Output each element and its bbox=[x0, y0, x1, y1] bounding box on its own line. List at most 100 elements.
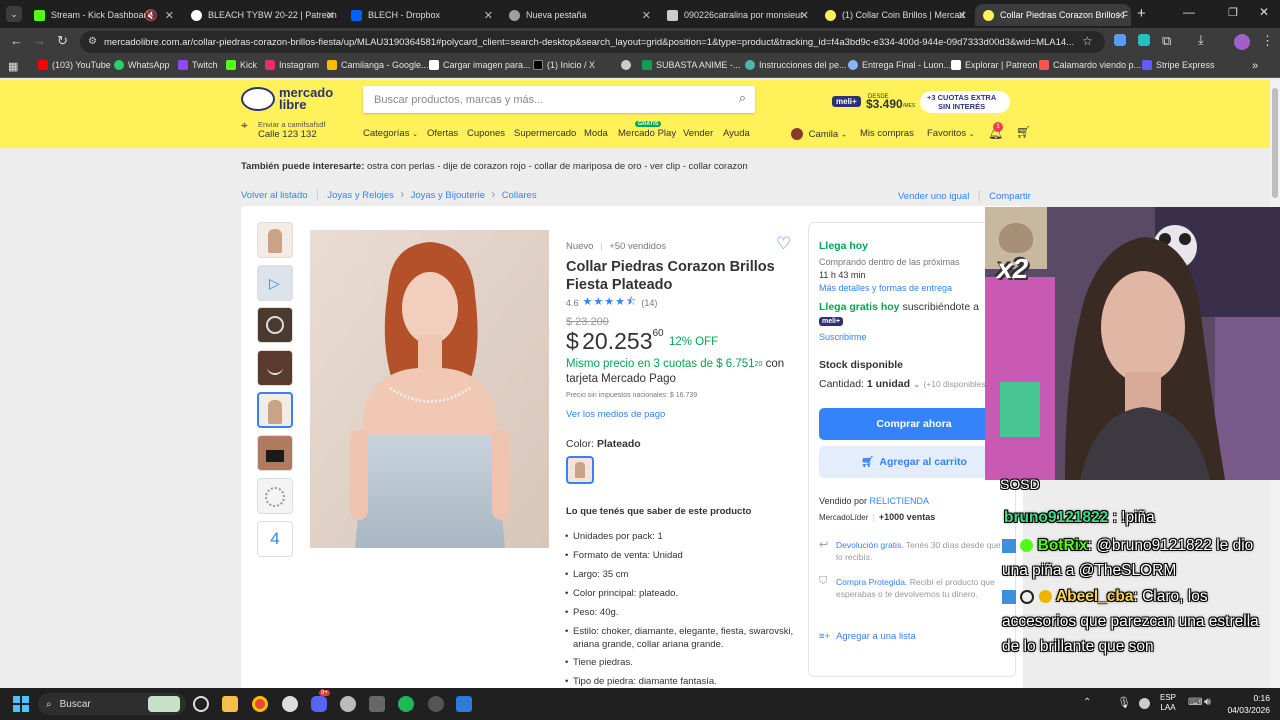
reload-icon[interactable]: ↻ bbox=[57, 33, 68, 49]
bookmark-instrucciones[interactable]: Instrucciones del pe... bbox=[745, 60, 847, 70]
settings-gear-icon[interactable] bbox=[340, 696, 356, 712]
related-links[interactable]: ostra con perlas - dije de corazon rojo … bbox=[367, 161, 748, 172]
close-icon[interactable]: ✕ bbox=[165, 9, 174, 22]
extensions-puzzle-icon[interactable]: ⧉ bbox=[1162, 33, 1171, 49]
menu-kebab-icon[interactable]: ⋮ bbox=[1261, 33, 1274, 49]
gallery-thumbnail[interactable] bbox=[257, 478, 293, 514]
close-icon[interactable]: ✕ bbox=[642, 9, 651, 22]
search-input[interactable]: Buscar productos, marcas y más... ⌕ bbox=[363, 86, 755, 113]
user-menu[interactable]: Camila ⌄ bbox=[791, 128, 847, 140]
bookmark-twitch[interactable]: Twitch bbox=[178, 60, 218, 70]
bookmark-cargar-imagen[interactable]: Cargar imagen para... bbox=[429, 60, 531, 70]
nav-mercado-play[interactable]: GRATIS Mercado Play bbox=[618, 121, 676, 139]
back-to-list-link[interactable]: Volver al listado bbox=[241, 190, 308, 201]
windows-start-icon[interactable] bbox=[13, 696, 29, 712]
tab-kick-dashboard[interactable]: Stream - Kick Dashboard 🔇 ✕ bbox=[26, 4, 180, 26]
app-icon[interactable] bbox=[428, 696, 444, 712]
nav-moda[interactable]: Moda bbox=[584, 128, 608, 139]
cart-icon[interactable]: 🛒︎ bbox=[1016, 125, 1031, 139]
discord-icon[interactable]: 9+ bbox=[311, 690, 330, 712]
search-icon[interactable]: ⌕ bbox=[739, 90, 746, 106]
bookmark-globe[interactable] bbox=[621, 60, 635, 70]
site-info-icon[interactable]: ⚙ bbox=[88, 36, 97, 47]
taskbar-search-box[interactable]: ⌕ Buscar bbox=[38, 693, 186, 715]
volume-icon[interactable]: 🔊︎ bbox=[1204, 696, 1211, 709]
app-icon[interactable] bbox=[369, 696, 385, 712]
bookmark-entrega-final[interactable]: Entrega Final - Luon... bbox=[848, 60, 951, 70]
buy-now-button[interactable]: Comprar ahora bbox=[819, 408, 1009, 440]
tab-dropbox[interactable]: BLECH - Dropbox ✕ bbox=[343, 4, 499, 26]
payment-methods-link[interactable]: Ver los medios de pago bbox=[566, 409, 665, 420]
close-icon[interactable]: ✕ bbox=[958, 9, 967, 22]
more-bookmarks-icon[interactable]: » bbox=[1252, 60, 1258, 72]
extension-icon[interactable] bbox=[1114, 34, 1126, 46]
tab-collar-piedras[interactable]: Collar Piedras Corazon Brillos F ✕ bbox=[975, 4, 1131, 26]
bookmark-instagram[interactable]: Instagram bbox=[265, 60, 319, 70]
minimize-button[interactable]: — bbox=[1183, 5, 1195, 19]
bookmark-patreon[interactable]: Explorar | Patreon bbox=[951, 60, 1037, 70]
gallery-thumbnail-selected[interactable] bbox=[257, 392, 293, 428]
close-window-button[interactable]: ✕ bbox=[1259, 5, 1269, 19]
tab-new-tab[interactable]: Nueva pestaña ✕ bbox=[501, 4, 657, 26]
gallery-thumbnail-video[interactable]: ▷ bbox=[257, 265, 293, 301]
gallery-thumbnail[interactable] bbox=[257, 435, 293, 471]
nav-ofertas[interactable]: Ofertas bbox=[427, 128, 458, 139]
address-bar[interactable]: ⚙ mercadolibre.com.ar/collar-piedras-cor… bbox=[80, 31, 1105, 53]
clock[interactable]: 0:16 04/03/2026 bbox=[1222, 692, 1270, 716]
language-indicator[interactable]: ESP LAA bbox=[1160, 693, 1176, 713]
apps-grid-icon[interactable]: ▦ bbox=[8, 60, 18, 73]
close-icon[interactable]: ✕ bbox=[484, 9, 493, 22]
delivery-details-link[interactable]: Más detalles y formas de entrega bbox=[819, 283, 952, 293]
breadcrumb-joyas-bijouterie[interactable]: Joyas y Bijouterie bbox=[411, 190, 485, 201]
bookmark-youtube[interactable]: (103) YouTube bbox=[38, 60, 111, 70]
bookmark-calamardo[interactable]: Calamardo viendo p... bbox=[1039, 60, 1141, 70]
bookmark-stripe[interactable]: Stripe Express bbox=[1142, 60, 1215, 70]
tab-search-button[interactable]: ⌄ bbox=[6, 6, 22, 22]
quantity-selector[interactable]: Cantidad: 1 unidad ⌄ (+10 disponibles) bbox=[819, 378, 988, 390]
nav-vender[interactable]: Vender bbox=[683, 128, 713, 139]
network-icon[interactable]: ⌨ bbox=[1188, 697, 1202, 708]
breadcrumb-joyas-relojes[interactable]: Joyas y Relojes bbox=[327, 190, 394, 201]
close-icon[interactable]: 🔇 bbox=[144, 9, 158, 22]
forward-icon[interactable]: → bbox=[33, 33, 46, 48]
download-icon[interactable]: ⤓ bbox=[1198, 32, 1204, 48]
gallery-thumbnail[interactable] bbox=[257, 307, 293, 343]
close-icon[interactable]: ✕ bbox=[326, 9, 335, 22]
free-return-link[interactable]: Devolución gratis. bbox=[836, 540, 904, 550]
bookmark-x[interactable]: (1) Inicio / X bbox=[533, 60, 595, 70]
mercadolibre-logo[interactable]: mercado libre bbox=[241, 86, 333, 116]
gallery-thumbnail[interactable] bbox=[257, 222, 293, 258]
subscribe-link[interactable]: Suscribirme bbox=[819, 332, 867, 342]
spotify-icon[interactable] bbox=[398, 696, 414, 712]
gallery-more-count[interactable]: 4 bbox=[257, 521, 293, 557]
gallery-thumbnail[interactable] bbox=[257, 350, 293, 386]
close-icon[interactable]: ✕ bbox=[800, 9, 809, 22]
add-to-list-link[interactable]: ≡+ Agregar a una lista bbox=[819, 631, 916, 642]
bookmark-whatsapp[interactable]: WhatsApp bbox=[114, 60, 170, 70]
bookmark-subasta[interactable]: SUBASTA ANIME -... bbox=[642, 60, 740, 70]
restore-button[interactable]: ❐ bbox=[1228, 6, 1238, 19]
nav-categorias[interactable]: Categorías ⌄ bbox=[363, 128, 418, 139]
favorite-heart-icon[interactable]: ♡ bbox=[776, 234, 791, 254]
rating[interactable]: 4.6 ★★★★⯪ (14) bbox=[566, 293, 657, 312]
add-to-cart-button[interactable]: 🛒︎ Agregar al carrito bbox=[819, 446, 1009, 478]
bookmark-camilanga[interactable]: Camilanga - Google... bbox=[327, 60, 429, 70]
nav-cupones[interactable]: Cupones bbox=[467, 128, 505, 139]
extension-icon[interactable] bbox=[1138, 34, 1150, 46]
app-icon[interactable] bbox=[456, 696, 472, 712]
scrollbar-thumb[interactable] bbox=[1272, 88, 1278, 198]
notifications-bell-icon[interactable]: 🔔︎ 1 bbox=[988, 122, 1003, 140]
seller-link[interactable]: RELICTIENDA bbox=[870, 496, 930, 506]
new-tab-button[interactable]: + bbox=[1137, 5, 1146, 22]
nav-mis-compras[interactable]: Mis compras bbox=[860, 128, 914, 139]
shipping-location[interactable]: ⌖ Enviar a camifsafsdf Calle 123 132 bbox=[241, 118, 361, 140]
protected-purchase-link[interactable]: Compra Protegida. bbox=[836, 577, 907, 587]
app-tray-icon[interactable] bbox=[1139, 698, 1150, 709]
product-main-image[interactable] bbox=[310, 230, 549, 548]
bookmark-star-icon[interactable]: ☆ bbox=[1082, 34, 1093, 48]
close-icon[interactable]: ✕ bbox=[1116, 9, 1125, 22]
chrome-icon[interactable] bbox=[252, 696, 268, 712]
tab-collar-coin[interactable]: (1) Collar Coin Brillos | Mercad ✕ bbox=[817, 4, 973, 26]
task-view-icon[interactable] bbox=[193, 696, 209, 712]
tab-patreon[interactable]: BLEACH TYBW 20-22 | Patreon ✕ bbox=[183, 4, 341, 26]
